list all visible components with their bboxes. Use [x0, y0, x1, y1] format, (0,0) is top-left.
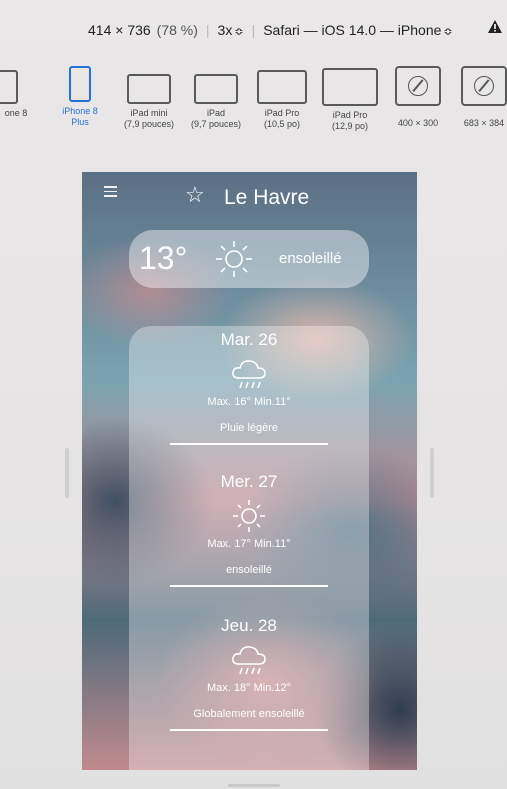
rain-cloud-icon	[229, 356, 269, 392]
tablet-icon	[322, 68, 378, 106]
device-custom-400x300[interactable]: 400 × 300	[388, 66, 448, 129]
forecast-day: Mer. 27 Max. 17° Min.11° ensoleillé	[129, 472, 369, 587]
phone-icon	[0, 70, 18, 104]
tablet-icon	[194, 74, 238, 104]
device-label: iPad Pro	[264, 108, 300, 118]
device-custom-683x384[interactable]: 683 × 384	[454, 66, 507, 129]
device-sublabel: (10,5 po)	[263, 119, 301, 129]
city-name: Le Havre	[224, 186, 310, 209]
forecast-list[interactable]: Mar. 26 Max. 16° Min.11° Pluie légère Me…	[129, 326, 369, 770]
device-iphone-8[interactable]: one 8	[0, 70, 40, 119]
device-viewport: ☆ Le Havre 13° ensoleillé Mar. 26 Max. 1…	[82, 172, 417, 770]
star-icon[interactable]: ☆	[185, 184, 205, 206]
tablet-icon	[127, 74, 171, 104]
divider	[170, 585, 328, 587]
current-condition: ensoleillé	[279, 250, 342, 267]
tablet-icon	[257, 70, 307, 104]
forecast-minmax: Max. 17° Min.11°	[207, 538, 291, 550]
divider	[170, 443, 328, 445]
forecast-date: Mar. 26	[220, 330, 278, 349]
warning-icon[interactable]	[488, 20, 502, 36]
sun-icon	[214, 239, 254, 284]
device-sublabel: (12,9 po)	[331, 121, 369, 131]
current-temperature: 13°	[139, 240, 188, 276]
viewport-info: 414 × 736 (78 %) | 3x ≎ | Safari — iOS 14.0 — …	[88, 22, 453, 38]
user-agent-select[interactable]: Safari — iOS 14.0 — iPhone ≎	[263, 22, 452, 38]
menu-icon[interactable]	[104, 186, 117, 200]
scale-select[interactable]: 3x ≎	[218, 22, 244, 38]
device-ipad-pro-12[interactable]: iPad Pro (12,9 po)	[320, 68, 380, 132]
device-label: 400 × 300	[397, 118, 439, 128]
forecast-date: Jeu. 28	[221, 616, 277, 635]
scale-value: 3x	[217, 22, 233, 38]
chevron-updown-icon: ≎	[443, 26, 453, 38]
device-label: iPhone 8	[62, 106, 98, 116]
forecast-minmax: Max. 16° Min.11°	[207, 396, 291, 408]
device-list: one 8 iPhone 8 Plus iPad mini (7,9 pouce…	[0, 66, 507, 146]
chevron-updown-icon: ≎	[234, 26, 244, 38]
responsive-toolbar: 414 × 736 (78 %) | 3x ≎ | Safari — iOS 14.0 — …	[0, 0, 507, 160]
device-label: iPad mini	[130, 108, 168, 118]
forecast-minmax: Max. 18° Min.12°	[207, 682, 291, 694]
resize-handle-right[interactable]	[430, 448, 434, 498]
device-label: 683 × 384	[463, 118, 505, 128]
forecast-description: Pluie légère	[219, 422, 279, 434]
forecast-day: Jeu. 28 Max. 18° Min.12° Globalement ens…	[129, 616, 369, 731]
device-ipad-mini[interactable]: iPad mini (7,9 pouces)	[116, 74, 182, 130]
divider: |	[251, 22, 256, 38]
compass-icon	[395, 66, 441, 106]
forecast-description: Globalement ensoleillé	[193, 708, 305, 720]
current-weather-card: 13° ensoleillé	[129, 230, 369, 288]
device-sublabel: (7,9 pouces)	[123, 119, 175, 129]
device-ipad-pro-10[interactable]: iPad Pro (10,5 po)	[252, 70, 312, 130]
device-label: one 8	[4, 108, 28, 118]
device-sublabel: Plus	[71, 117, 89, 127]
zoom-level: (78 %)	[156, 22, 198, 38]
device-label: iPad Pro	[332, 110, 368, 120]
forecast-date: Mer. 27	[220, 472, 278, 491]
scroll-indicator	[228, 784, 280, 787]
sun-icon	[229, 498, 269, 534]
device-ipad[interactable]: iPad (9,7 pouces)	[184, 74, 248, 130]
phone-icon	[69, 66, 91, 102]
device-iphone-8-plus[interactable]: iPhone 8 Plus	[55, 66, 105, 128]
viewport-dimensions: 414 × 736	[88, 22, 151, 38]
forecast-description: ensoleillé	[226, 564, 272, 576]
divider	[170, 729, 328, 731]
rain-cloud-icon	[229, 642, 269, 678]
divider: |	[205, 22, 210, 38]
device-label: iPad	[206, 108, 225, 118]
forecast-day: Mar. 26 Max. 16° Min.11° Pluie légère	[129, 330, 369, 445]
resize-handle-left[interactable]	[65, 448, 69, 498]
compass-icon	[461, 66, 507, 106]
device-sublabel: (9,7 pouces)	[190, 119, 242, 129]
user-agent-value: Safari — iOS 14.0 — iPhone	[263, 22, 442, 38]
